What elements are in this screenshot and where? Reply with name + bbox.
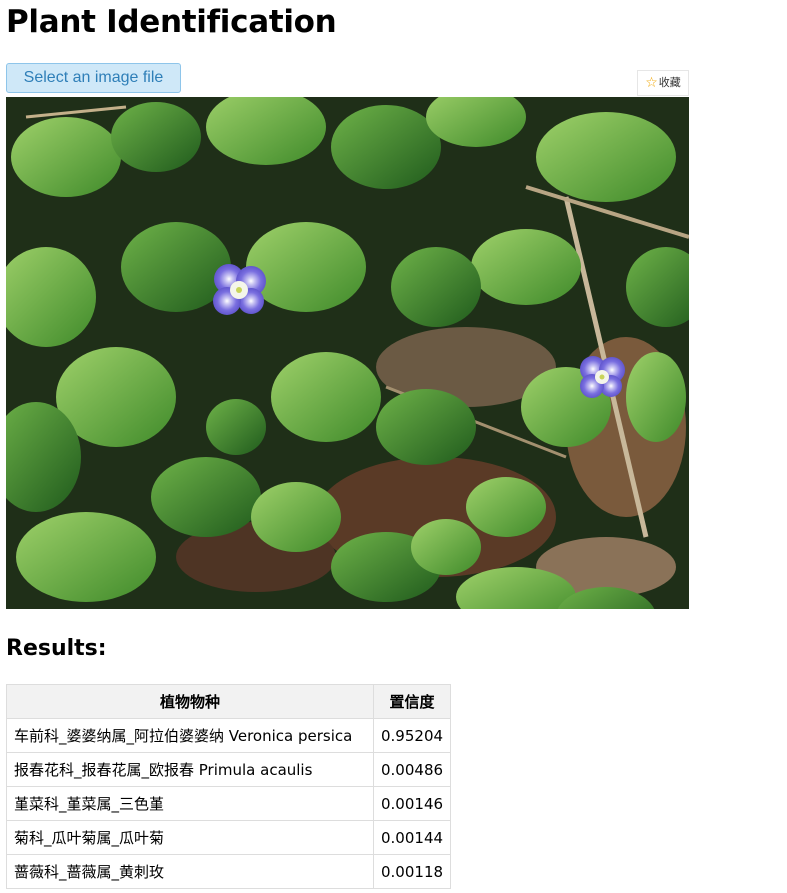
table-row: 车前科_婆婆纳属_阿拉伯婆婆纳 Veronica persica 0.95204 — [6, 718, 452, 753]
species-cell: 菊科_瓜叶菊属_瓜叶菊 — [6, 820, 374, 855]
species-cell: 报春花科_报春花属_欧报春 Primula acaulis — [6, 752, 374, 787]
table-row: 堇菜科_堇菜属_三色堇 0.00146 — [6, 786, 452, 821]
table-row: 蔷薇科_蔷薇属_黄刺玫 0.00118 — [6, 854, 452, 889]
species-cell: 堇菜科_堇菜属_三色堇 — [6, 786, 374, 821]
species-cell: 蔷薇科_蔷薇属_黄刺玫 — [6, 854, 374, 889]
star-outline-icon: ☆ — [645, 75, 658, 91]
select-image-file-button[interactable]: Select an image file — [6, 63, 181, 93]
page-title: Plant Identification — [6, 4, 337, 40]
plant-photo — [6, 97, 689, 609]
favorite-label: 收藏 — [658, 76, 681, 89]
table-header-row: 植物物种 置信度 — [6, 684, 452, 719]
confidence-cell: 0.95204 — [372, 718, 452, 753]
results-heading: Results: — [6, 636, 107, 661]
table-row: 报春花科_报春花属_欧报春 Primula acaulis 0.00486 — [6, 752, 452, 787]
column-header-confidence: 置信度 — [372, 684, 452, 719]
favorite-button[interactable]: ☆ 收藏 — [637, 70, 689, 96]
page: Plant Identification Select an image fil… — [0, 0, 787, 893]
confidence-cell: 0.00118 — [372, 854, 452, 889]
confidence-cell: 0.00486 — [372, 752, 452, 787]
species-cell: 车前科_婆婆纳属_阿拉伯婆婆纳 Veronica persica — [6, 718, 374, 753]
confidence-cell: 0.00146 — [372, 786, 452, 821]
table-row: 菊科_瓜叶菊属_瓜叶菊 0.00144 — [6, 820, 452, 855]
column-header-species: 植物物种 — [6, 684, 374, 719]
results-table: 植物物种 置信度 车前科_婆婆纳属_阿拉伯婆婆纳 Veronica persic… — [6, 684, 452, 889]
confidence-cell: 0.00144 — [372, 820, 452, 855]
